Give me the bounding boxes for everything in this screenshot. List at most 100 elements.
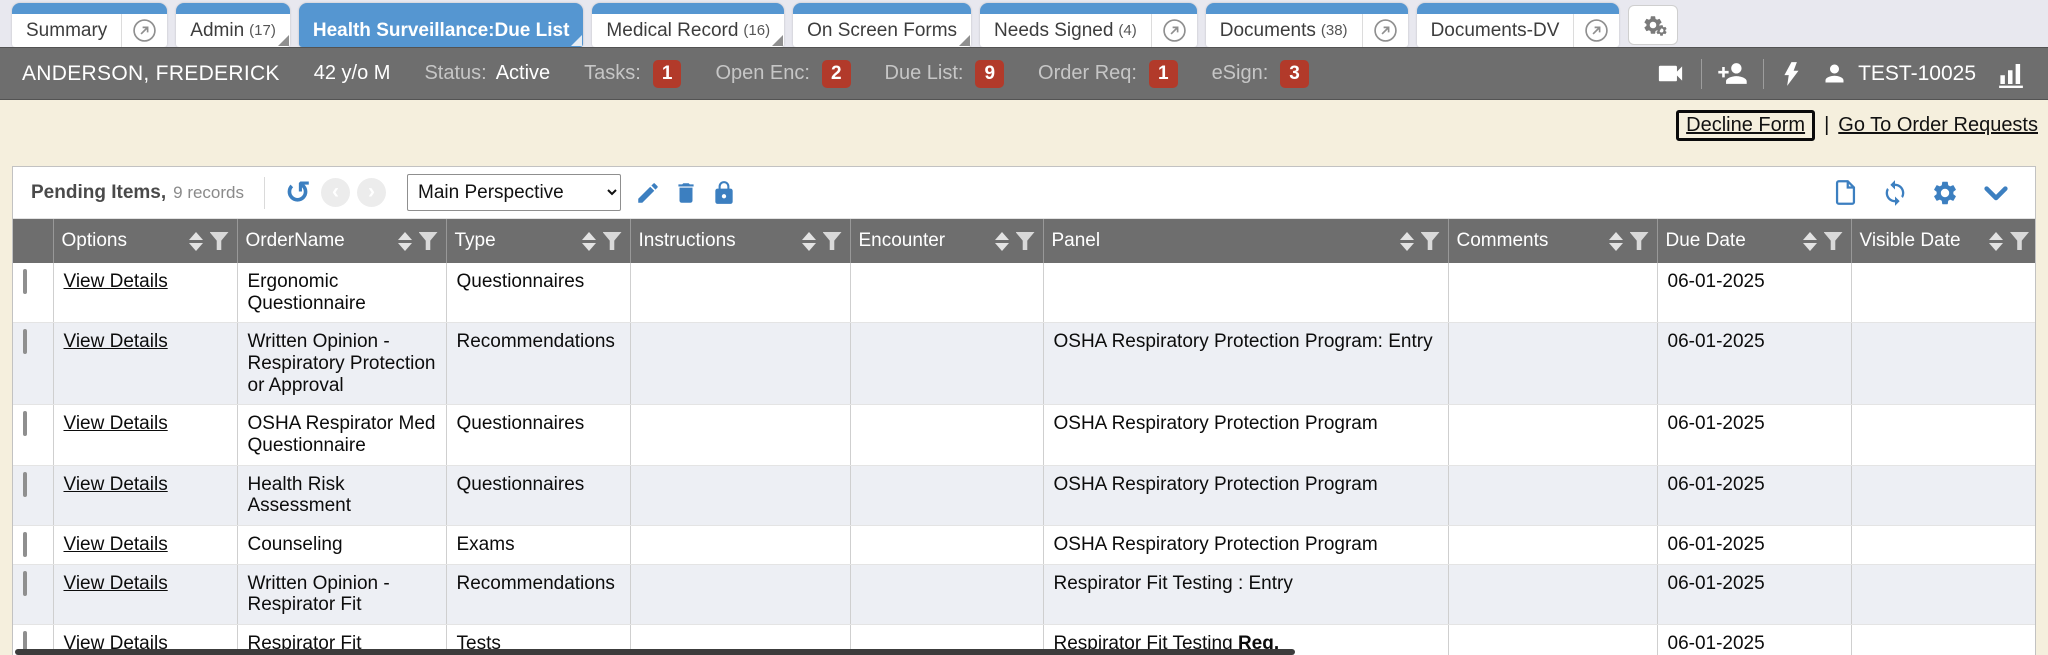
cell-due-date: 06-01-2025 <box>1657 525 1851 564</box>
filter-funnel-icon[interactable] <box>2010 232 2029 250</box>
cell-panel: OSHA Respiratory Protection Program <box>1043 465 1448 525</box>
select-all-header[interactable] <box>13 219 53 263</box>
filter-funnel-icon[interactable] <box>1421 232 1440 250</box>
row-checkbox[interactable] <box>23 269 27 294</box>
col-due-date[interactable]: Due Date <box>1657 219 1851 263</box>
sort-icon[interactable] <box>1803 232 1817 251</box>
decline-form-link[interactable]: Decline Form <box>1676 110 1815 141</box>
col-visible-date[interactable]: Visible Date <box>1851 219 2036 263</box>
tab-documents[interactable]: Documents (38) <box>1206 3 1408 47</box>
person-icon[interactable] <box>1821 60 1848 87</box>
person-add-icon[interactable] <box>1717 58 1748 89</box>
external-link-icon[interactable] <box>1574 14 1619 47</box>
filter-funnel-icon[interactable] <box>419 232 438 250</box>
tab-settings-button[interactable] <box>1628 5 1678 45</box>
external-link-icon[interactable] <box>1152 14 1197 47</box>
cell-instructions <box>630 323 850 405</box>
sort-icon[interactable] <box>802 232 816 251</box>
bar-chart-icon[interactable] <box>1996 59 2026 89</box>
tasks-label: Tasks: <box>584 62 641 85</box>
cell-comments <box>1448 263 1657 323</box>
divider <box>264 177 265 209</box>
due-list-badge[interactable]: 9 <box>975 60 1004 88</box>
refresh-icon[interactable] <box>1881 179 1909 207</box>
nav-prev-icon[interactable]: ‹ <box>321 178 350 207</box>
row-checkbox[interactable] <box>23 532 27 557</box>
sort-icon[interactable] <box>1989 232 2003 251</box>
cell-instructions <box>630 263 850 323</box>
col-panel[interactable]: Panel <box>1043 219 1448 263</box>
filter-funnel-icon[interactable] <box>1630 232 1649 250</box>
nav-next-icon[interactable]: › <box>357 178 386 207</box>
col-ordername[interactable]: OrderName <box>237 219 446 263</box>
new-page-icon[interactable] <box>1832 179 1859 206</box>
sort-icon[interactable] <box>582 232 596 251</box>
tab-summary[interactable]: Summary <box>12 3 167 47</box>
user-id: TEST-10025 <box>1858 62 1976 86</box>
view-details-link[interactable]: View Details <box>64 331 168 352</box>
col-instructions[interactable]: Instructions <box>630 219 850 263</box>
cell-instructions <box>630 564 850 624</box>
horizontal-scrollbar-thumb[interactable] <box>15 649 1295 655</box>
row-checkbox[interactable] <box>23 329 27 354</box>
tab-count: (4) <box>1118 22 1136 39</box>
sort-icon[interactable] <box>995 232 1009 251</box>
open-enc-badge[interactable]: 2 <box>822 60 851 88</box>
tab-admin[interactable]: Admin (17) <box>176 3 290 47</box>
cell-type: Questionnaires <box>446 263 630 323</box>
sort-icon[interactable] <box>189 232 203 251</box>
external-link-icon[interactable] <box>122 14 167 47</box>
external-link-icon[interactable] <box>1363 14 1408 47</box>
undo-icon[interactable]: ↺ <box>285 177 311 208</box>
table-row: View Details Counseling Exams OSHA Respi… <box>13 525 2036 564</box>
go-to-order-requests-link[interactable]: Go To Order Requests <box>1838 114 2038 137</box>
filter-funnel-icon[interactable] <box>1016 232 1035 250</box>
cell-due-date: 06-01-2025 <box>1657 465 1851 525</box>
lock-icon[interactable] <box>711 180 737 206</box>
tab-on-screen-forms[interactable]: On Screen Forms <box>793 3 971 47</box>
tab-label: Summary <box>26 20 107 42</box>
tab-medical-record[interactable]: Medical Record (16) <box>592 3 784 47</box>
row-checkbox[interactable] <box>23 472 27 497</box>
record-count: 9 records <box>173 183 244 203</box>
tab-needs-signed[interactable]: Needs Signed (4) <box>980 3 1197 47</box>
esign-badge[interactable]: 3 <box>1280 60 1309 88</box>
gear-icon[interactable] <box>1931 179 1959 207</box>
view-details-link[interactable]: View Details <box>64 534 168 555</box>
view-details-link[interactable]: View Details <box>64 271 168 292</box>
video-camera-icon[interactable] <box>1655 58 1686 89</box>
cell-type: Recommendations <box>446 323 630 405</box>
view-details-link[interactable]: View Details <box>64 474 168 495</box>
trash-icon[interactable] <box>673 180 699 206</box>
app-screen: Summary Admin (17) Health Surveillance:D… <box>0 0 2048 655</box>
filter-funnel-icon[interactable] <box>823 232 842 250</box>
col-encounter[interactable]: Encounter <box>850 219 1043 263</box>
lightning-icon[interactable] <box>1779 61 1805 87</box>
sort-icon[interactable] <box>398 232 412 251</box>
view-details-link[interactable]: View Details <box>64 413 168 434</box>
cell-comments <box>1448 624 1657 655</box>
tab-strip: Summary Admin (17) Health Surveillance:D… <box>0 0 2048 47</box>
col-type[interactable]: Type <box>446 219 630 263</box>
order-req-badge[interactable]: 1 <box>1149 60 1178 88</box>
cell-panel: OSHA Respiratory Protection Program <box>1043 405 1448 465</box>
row-checkbox[interactable] <box>23 411 27 436</box>
chevron-down-icon[interactable] <box>1981 178 2011 208</box>
tab-documents-dv[interactable]: Documents-DV <box>1417 3 1620 47</box>
tab-health-surveillance-due-list[interactable]: Health Surveillance:Due List <box>299 3 584 47</box>
view-details-link[interactable]: View Details <box>64 573 168 594</box>
filter-funnel-icon[interactable] <box>603 232 622 250</box>
filter-funnel-icon[interactable] <box>210 232 229 250</box>
tasks-badge[interactable]: 1 <box>653 60 682 88</box>
filter-funnel-icon[interactable] <box>1824 232 1843 250</box>
sort-icon[interactable] <box>1400 232 1414 251</box>
cell-instructions <box>630 465 850 525</box>
edit-pencil-icon[interactable] <box>635 180 661 206</box>
row-checkbox[interactable] <box>23 571 27 596</box>
col-comments[interactable]: Comments <box>1448 219 1657 263</box>
cell-encounter <box>850 263 1043 323</box>
col-options[interactable]: Options <box>53 219 237 263</box>
sort-icon[interactable] <box>1609 232 1623 251</box>
perspective-select[interactable]: Main Perspective <box>407 174 621 211</box>
order-req-label: Order Req: <box>1038 62 1137 85</box>
